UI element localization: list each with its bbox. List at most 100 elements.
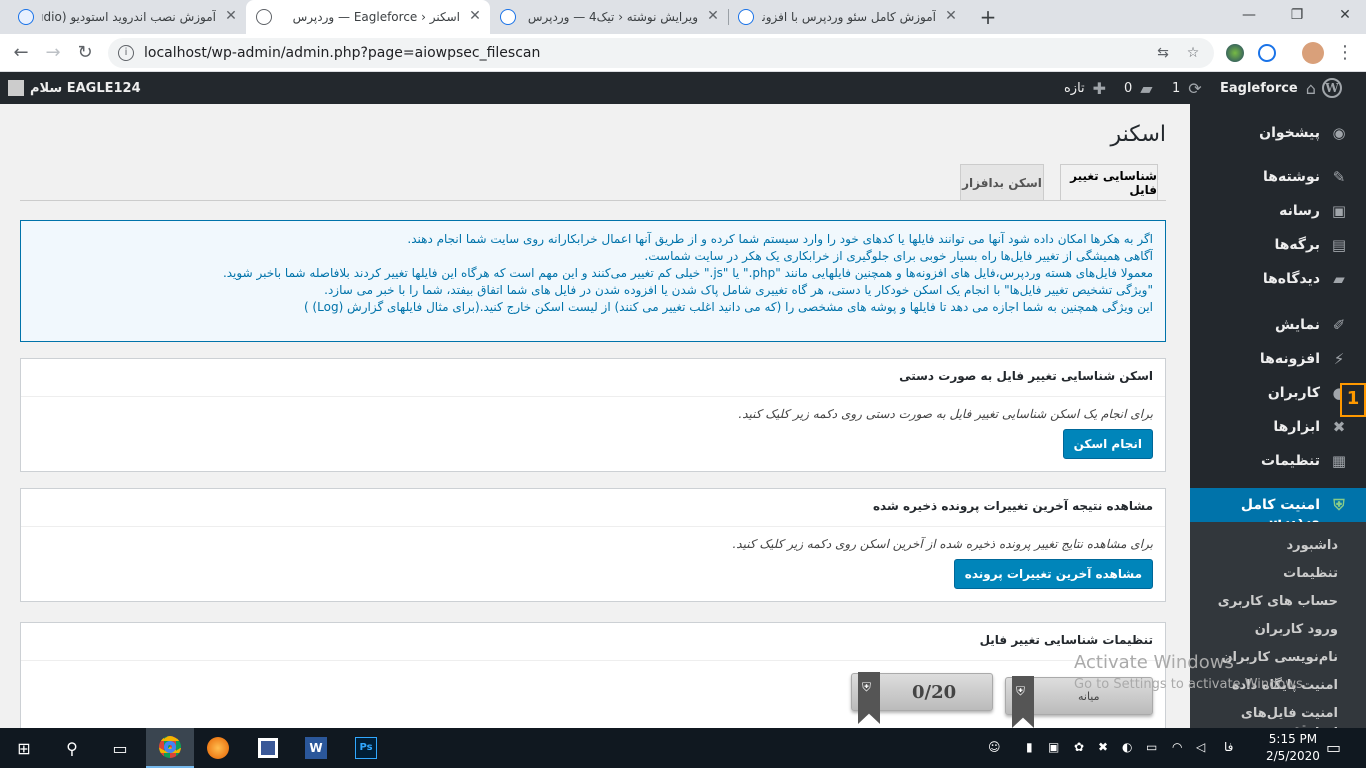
submenu-item-user-accounts[interactable]: حساب های کاربری <box>1218 594 1338 609</box>
tab-close-icon[interactable]: ✕ <box>222 7 240 25</box>
security-submenu: داشبورد تنظیمات حساب های کاربری ورود کار… <box>1190 522 1366 736</box>
notifications-icon[interactable]: ▭ <box>1326 738 1341 757</box>
battery-icon[interactable]: ▭ <box>1146 740 1157 754</box>
menu-label: ابزارها <box>1273 419 1320 435</box>
new-tab-button[interactable]: + <box>977 6 999 28</box>
start-icon[interactable]: ⊞ <box>0 728 48 768</box>
menu-label: رسانه <box>1279 203 1320 219</box>
omnibox[interactable]: i localhost/wp-admin/admin.php?page=aiow… <box>108 38 1214 68</box>
people-icon[interactable]: ☺ <box>988 740 1001 754</box>
menu-item-comments[interactable]: ▰ دیدگاه‌ها <box>1190 262 1366 296</box>
side-gadget[interactable]: 1 <box>1340 383 1366 417</box>
tab-close-icon[interactable]: ✕ <box>704 7 722 25</box>
site-name-menu[interactable]: Eagleforce ⌂ <box>1220 72 1316 104</box>
wifi-icon[interactable]: ◠ <box>1172 740 1182 754</box>
chrome-icon[interactable] <box>146 728 194 768</box>
tab-close-icon[interactable]: ✕ <box>466 7 484 25</box>
site-name: Eagleforce <box>1220 80 1298 96</box>
points-badge: ⛨ 0/20 <box>851 672 993 724</box>
submenu-item-user-login[interactable]: ورود کاربران <box>1255 622 1338 637</box>
word-icon[interactable]: W <box>292 728 340 768</box>
browser-tab-2[interactable]: اسکنر ‹ Eagleforce — وردپرس ✕ <box>246 0 490 34</box>
menu-item-appearance[interactable]: ✐ نمایش <box>1190 308 1366 342</box>
menu-item-settings[interactable]: ▦ تنظیمات <box>1190 444 1366 478</box>
menu-item-media[interactable]: ▣ رسانه <box>1190 194 1366 228</box>
shield-icon: ⛨ <box>1016 684 1026 698</box>
url-text[interactable]: localhost/wp-admin/admin.php?page=aiowps… <box>144 45 540 61</box>
browser-tab-1[interactable]: آموزش نصب اندروید استودیو (udio ✕ <box>8 0 246 34</box>
updates-icon: ⟳ <box>1188 78 1202 98</box>
wordpress-icon[interactable]: W <box>1322 72 1342 104</box>
usb-icon[interactable]: ▮ <box>1026 740 1033 754</box>
comment-icon: ▰ <box>1140 78 1153 98</box>
box-heading: تنظیمات شناسایی تغییر فایل <box>21 623 1165 661</box>
tab-title: آموزش نصب اندروید استودیو (udio <box>42 10 216 24</box>
new-label: تازه <box>1064 80 1085 96</box>
tray-app-icon[interactable]: ✿ <box>1074 740 1084 754</box>
maximize-icon[interactable]: ❐ <box>1286 5 1308 25</box>
browser-tab-strip: آموزش نصب اندروید استودیو (udio ✕ اسکنر … <box>0 0 1366 34</box>
translate-icon[interactable]: ⇆ <box>1154 44 1172 62</box>
minimize-icon[interactable]: — <box>1238 5 1260 25</box>
perform-scan-button[interactable]: انجام اسکن <box>1062 429 1153 459</box>
menu-label: نمایش <box>1275 317 1320 333</box>
photoshop-icon[interactable]: Ps <box>342 728 390 768</box>
tray-app-icon[interactable]: ◐ <box>1122 740 1132 754</box>
tab-malware-scan[interactable]: اسکن بدافزار <box>960 164 1044 200</box>
comments-icon: ▰ <box>1333 270 1345 288</box>
main-content: اسکنر شناسایی تغییر فایل اسکن بدافزار اگ… <box>0 104 1190 728</box>
appearance-icon: ✐ <box>1332 316 1346 334</box>
menu-item-pages[interactable]: ▤ برگه‌ها <box>1190 228 1366 262</box>
media-icon: ▣ <box>1331 202 1347 220</box>
submenu-item-settings[interactable]: تنظیمات <box>1283 566 1338 581</box>
menu-item-security[interactable]: ⛨ امنیت کامل وردپرس <box>1190 488 1366 529</box>
updates-menu[interactable]: 1 ⟳ <box>1172 72 1202 104</box>
comments-count: 0 <box>1124 80 1133 96</box>
back-icon[interactable]: ← <box>10 42 32 64</box>
system-clock[interactable]: 5:15 PM 2/5/2020 <box>1266 731 1320 765</box>
site-info-icon[interactable]: i <box>118 45 134 61</box>
menu-item-dashboard[interactable]: ◉ پیشخوان <box>1190 116 1366 150</box>
clock-date: 2/5/2020 <box>1266 749 1320 763</box>
search-icon[interactable]: ⚲ <box>48 728 96 768</box>
menu-label: تنظیمات <box>1260 453 1320 469</box>
view-last-changes-button[interactable]: مشاهده آخرین تغییرات پرونده <box>953 559 1153 589</box>
tab-favicon-icon <box>18 9 34 25</box>
close-icon[interactable]: ✕ <box>1334 5 1356 25</box>
notice-line: معمولا فایل‌های هسته وردپرس،فایل های افز… <box>222 266 1153 280</box>
my-account[interactable]: سلام EAGLE124 <box>8 72 141 104</box>
volume-icon[interactable]: ◁ <box>1196 740 1205 754</box>
browser-tab-4[interactable]: آموزش کامل سئو وردپرس با افزونه ✕ <box>728 0 966 34</box>
box-description: برای انجام یک اسکن شناسایی تغییر فایل به… <box>738 407 1153 421</box>
extension-globe-icon[interactable] <box>1226 44 1244 62</box>
profile-avatar[interactable] <box>1302 42 1324 64</box>
forward-icon[interactable]: → <box>42 42 64 64</box>
manual-scan-box: اسکن شناسایی تغییر فایل به صورت دستی برا… <box>20 358 1166 472</box>
settings-icon: ▦ <box>1331 452 1347 470</box>
watermark-subtitle: Go to Settings to activate Windows. <box>1074 677 1307 692</box>
bookmark-star-icon[interactable]: ☆ <box>1184 44 1202 62</box>
tray-app-icon[interactable]: ▣ <box>1048 740 1059 754</box>
tab-close-icon[interactable]: ✕ <box>942 7 960 25</box>
app-icon[interactable] <box>244 728 292 768</box>
firefox-icon[interactable] <box>194 728 242 768</box>
submenu-item-dashboard[interactable]: داشبورد <box>1286 538 1338 553</box>
reload-icon[interactable]: ↻ <box>74 42 96 64</box>
tab-title: آموزش کامل سئو وردپرس با افزونه <box>762 10 936 24</box>
info-notice: اگر به هکرها امکان داده شود آنها می توان… <box>20 220 1166 342</box>
new-content-menu[interactable]: تازه ✚ <box>1064 72 1106 104</box>
dashboard-icon: ◉ <box>1332 124 1346 142</box>
menu-kebab-icon[interactable]: ⋮ <box>1334 42 1356 64</box>
shield-icon: ⛨ <box>1333 496 1345 514</box>
menu-item-posts[interactable]: ✎ نوشته‌ها <box>1190 160 1366 194</box>
tab-file-change-detection[interactable]: شناسایی تغییر فایل <box>1060 164 1158 201</box>
language-indicator[interactable]: فا <box>1224 740 1233 754</box>
tab-favicon-icon <box>500 9 516 25</box>
menu-item-plugins[interactable]: ⚡ افزونه‌ها <box>1190 342 1366 376</box>
browser-tab-3[interactable]: ویرایش نوشته ‹ تیک4 — وردپرس ✕ <box>490 0 728 34</box>
task-view-icon[interactable]: ▭ <box>96 728 144 768</box>
menu-label: پیشخوان <box>1259 125 1320 141</box>
tray-app-icon[interactable]: ✖ <box>1098 740 1108 754</box>
extension-download-icon[interactable] <box>1258 44 1276 62</box>
comments-menu[interactable]: 0 ▰ <box>1124 72 1153 104</box>
